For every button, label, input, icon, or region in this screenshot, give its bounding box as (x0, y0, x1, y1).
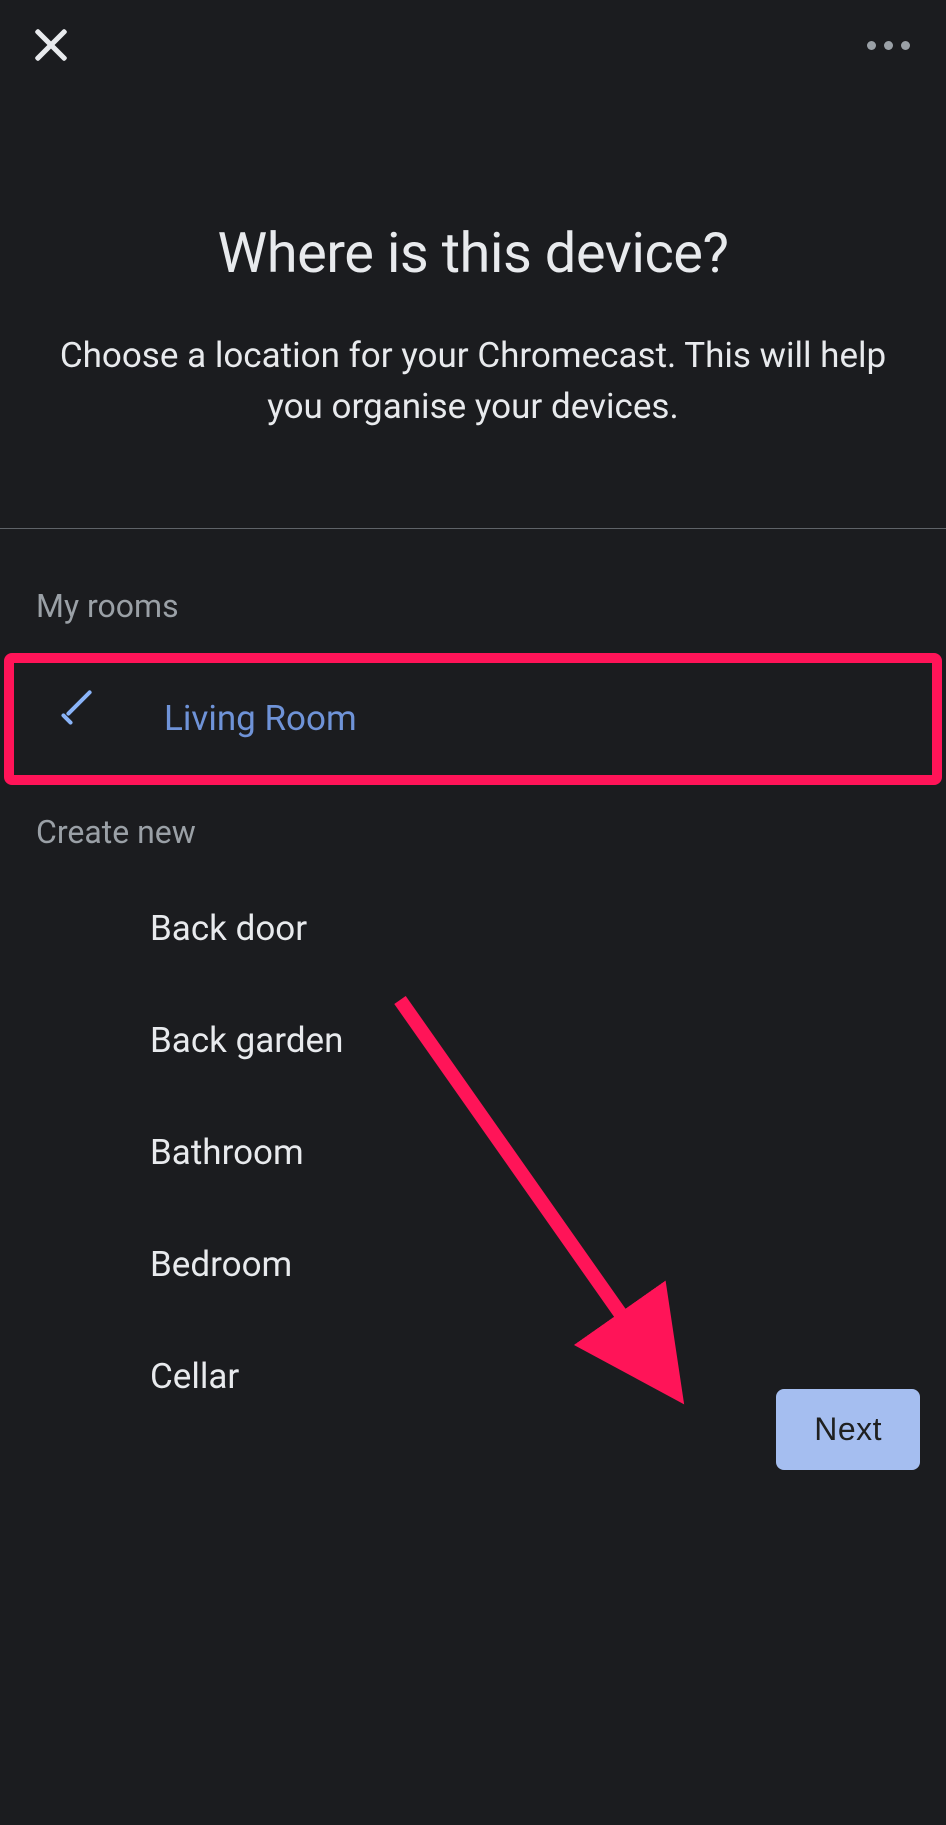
room-bathroom[interactable]: Bathroom (0, 1097, 946, 1209)
page-title: Where is this device? (0, 220, 946, 286)
room-living-room[interactable]: Living Room (14, 663, 932, 775)
next-button[interactable]: Next (776, 1389, 920, 1470)
close-icon[interactable] (28, 22, 74, 68)
page-subtitle: Choose a location for your Chromecast. T… (52, 331, 894, 433)
room-label: Back garden (150, 1020, 343, 1061)
section-create-new: Create new (0, 791, 946, 873)
room-label: Living Room (164, 698, 357, 739)
room-back-door[interactable]: Back door (0, 873, 946, 985)
checkmark-icon (54, 695, 102, 743)
room-bedroom[interactable]: Bedroom (0, 1209, 946, 1321)
room-back-garden[interactable]: Back garden (0, 985, 946, 1097)
room-label: Bathroom (150, 1132, 304, 1173)
annotation-highlight: Living Room (4, 653, 942, 785)
room-label: Back door (150, 908, 307, 949)
room-label: Cellar (150, 1356, 239, 1397)
top-bar (0, 0, 946, 90)
more-icon[interactable] (858, 22, 918, 68)
room-label: Bedroom (150, 1244, 292, 1285)
section-my-rooms: My rooms (0, 565, 946, 647)
